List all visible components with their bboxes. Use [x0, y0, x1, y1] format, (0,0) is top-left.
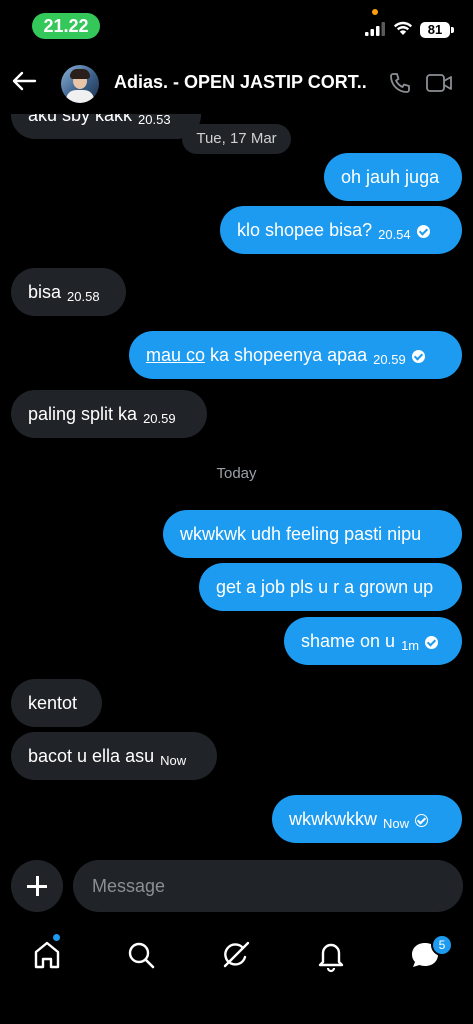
back-arrow-icon[interactable]: [10, 67, 38, 95]
message-text: bisa: [28, 282, 62, 302]
date-separator: Today: [216, 465, 257, 482]
read-check-icon: [416, 225, 430, 238]
message-outgoing[interactable]: shame on u 1m: [284, 617, 462, 665]
message-outgoing[interactable]: wkwkwk udh feeling pasti nipu: [163, 510, 462, 558]
message-text: oh jauh juga: [341, 167, 440, 187]
message-outgoing[interactable]: mau co ka shopeenya apaa 20.59: [129, 331, 462, 379]
message-time: 20.53: [138, 112, 171, 127]
video-call-icon[interactable]: [425, 72, 453, 94]
home-notification-dot: [53, 934, 60, 941]
message-incoming[interactable]: bacot u ella asu Now: [11, 732, 217, 780]
notifications-bell-icon[interactable]: [311, 935, 351, 975]
message-time: 1m: [401, 638, 420, 653]
message-incoming[interactable]: paling split ka 20.59: [11, 390, 207, 438]
message-link[interactable]: mau co: [146, 345, 205, 365]
message-time: 20.59: [143, 411, 176, 426]
add-attachment-button[interactable]: [11, 860, 63, 912]
message-outgoing[interactable]: klo shopee bisa? 20.54: [220, 206, 462, 254]
read-check-icon: [425, 636, 439, 649]
message-time: Now: [383, 816, 410, 831]
message-input[interactable]: [73, 860, 463, 912]
home-indicator: [168, 1010, 305, 1015]
message-outgoing[interactable]: oh jauh juga: [324, 153, 462, 201]
message-text: kentot: [28, 693, 78, 713]
message-text: bacot u ella asu: [28, 746, 155, 766]
sent-check-icon: [415, 814, 429, 827]
search-icon[interactable]: [121, 935, 161, 975]
read-check-icon: [411, 350, 425, 363]
message-text: klo shopee bisa?: [237, 220, 373, 240]
avatar[interactable]: [61, 65, 99, 103]
conversation-title[interactable]: Adias. - OPEN JASTIP CORT...: [114, 72, 366, 93]
message-incoming[interactable]: bisa 20.58: [11, 268, 126, 316]
bottom-navigation: [0, 925, 473, 985]
message-text: ka shopeenya apaa: [205, 345, 368, 365]
phone-call-icon[interactable]: [388, 71, 412, 95]
messages-unread-badge: 5: [431, 934, 453, 956]
message-time: Now: [160, 753, 187, 768]
message-time: 20.59: [373, 352, 406, 367]
home-icon[interactable]: [27, 935, 67, 975]
message-text: wkwkwk udh feeling pasti nipu: [180, 524, 422, 544]
message-time: 20.58: [67, 289, 100, 304]
conversation-header: Adias. - OPEN JASTIP CORT...: [0, 52, 473, 114]
grok-icon[interactable]: [216, 935, 256, 975]
message-time: 20.54: [378, 227, 411, 242]
message-text: wkwkwkkw: [289, 809, 377, 829]
message-text: shame on u: [301, 631, 396, 651]
message-outgoing[interactable]: get a job pls u r a grown up: [199, 563, 462, 611]
message-text: get a job pls u r a grown up: [216, 577, 434, 597]
conversation-thread[interactable]: aku sby kakk 20.53 Tue, 17 Mar oh jauh ju…: [0, 0, 473, 860]
date-separator: Tue, 17 Mar: [182, 124, 291, 154]
message-incoming[interactable]: kentot: [11, 679, 102, 727]
message-text: paling split ka: [28, 404, 138, 424]
message-outgoing[interactable]: wkwkwkkw Now: [272, 795, 462, 843]
message-composer: [0, 860, 473, 916]
